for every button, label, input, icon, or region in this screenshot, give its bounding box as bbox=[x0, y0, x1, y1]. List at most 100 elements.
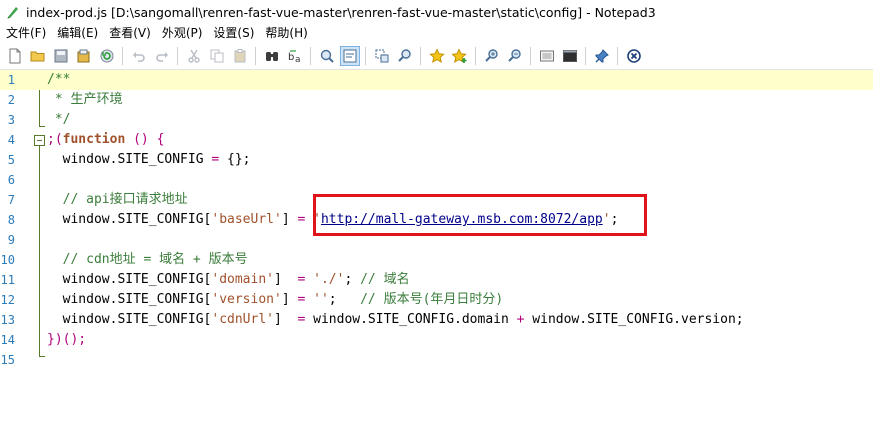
string-literal: 'domain' bbox=[211, 272, 274, 287]
line-number: 11 bbox=[0, 273, 15, 287]
line-number: 10 bbox=[0, 253, 15, 267]
line-number: 5 bbox=[7, 153, 15, 167]
paste-icon[interactable] bbox=[230, 46, 250, 66]
window-title: index-prod.js [D:\sangomall\renren-fast-… bbox=[26, 4, 656, 20]
menu-view[interactable]: 查看(V) bbox=[103, 24, 156, 43]
console-icon[interactable] bbox=[560, 46, 580, 66]
goto-icon[interactable] bbox=[317, 46, 337, 66]
select-icon[interactable] bbox=[372, 46, 392, 66]
menu-settings[interactable]: 设置(S) bbox=[207, 24, 259, 43]
settings-icon[interactable] bbox=[537, 46, 557, 66]
line-number: 12 bbox=[0, 293, 15, 307]
favorite-icon[interactable] bbox=[427, 46, 447, 66]
toolbar-separator bbox=[617, 47, 618, 65]
code-text: window.SITE_CONFIG['domain'] = './'; // … bbox=[47, 270, 410, 290]
identifier: window.SITE_CONFIG[ bbox=[47, 272, 212, 287]
identifier: window.SITE_CONFIG[ bbox=[47, 312, 212, 327]
line-number: 1 bbox=[7, 73, 15, 87]
code-line[interactable]: 4 ;(function () { bbox=[0, 130, 873, 150]
identifier: window.SITE_CONFIG bbox=[47, 152, 212, 167]
notepad3-app-icon bbox=[7, 7, 18, 19]
menu-appearance[interactable]: 外观(P) bbox=[156, 24, 208, 43]
line-number: 9 bbox=[7, 233, 15, 247]
word-wrap-icon[interactable] bbox=[339, 46, 360, 66]
menu-help[interactable]: 帮助(H) bbox=[259, 24, 312, 43]
toolbar: ba bbox=[0, 43, 873, 70]
undo-icon[interactable] bbox=[129, 46, 149, 66]
punctuation: ;( bbox=[47, 132, 63, 147]
toolbar-separator bbox=[475, 47, 476, 65]
menu-edit[interactable]: 编辑(E) bbox=[51, 24, 103, 43]
comment: /** bbox=[47, 72, 71, 87]
save-icon[interactable] bbox=[51, 46, 71, 66]
editor-area[interactable]: 1 /** 2 * 生产环境 3 */ 4 ;(function () { 5 … bbox=[0, 70, 873, 429]
pin-icon[interactable] bbox=[592, 46, 612, 66]
add-favorite-icon[interactable] bbox=[450, 46, 470, 66]
code-line[interactable]: 10 // cdn地址 = 域名 + 版本号 bbox=[0, 250, 873, 270]
zoom-out-icon[interactable] bbox=[505, 46, 525, 66]
code-line[interactable]: 5 window.SITE_CONFIG = {}; bbox=[0, 150, 873, 170]
line-number: 15 bbox=[0, 353, 15, 367]
code-text: /** bbox=[47, 70, 70, 90]
punctuation: () { bbox=[125, 132, 165, 147]
code-fragment bbox=[305, 272, 313, 287]
svg-text:b: b bbox=[288, 52, 294, 63]
string-literal: 'baseUrl' bbox=[211, 212, 282, 227]
code-line[interactable]: 6 bbox=[0, 170, 873, 190]
redo-icon[interactable] bbox=[152, 46, 172, 66]
open-folder-icon[interactable] bbox=[28, 46, 48, 66]
string-literal: '' bbox=[313, 292, 329, 307]
keyword: function bbox=[62, 132, 126, 147]
code-fragment: ] bbox=[281, 212, 298, 227]
code-fragment bbox=[305, 212, 313, 227]
code-text: // api接口请求地址 bbox=[47, 190, 188, 210]
toolbar-separator bbox=[530, 47, 531, 65]
code-text: window.SITE_CONFIG['version'] = ''; // 版… bbox=[47, 290, 504, 310]
revert-icon[interactable] bbox=[97, 46, 117, 66]
string-literal: 'cdnUrl' bbox=[211, 312, 274, 327]
code-line[interactable]: 2 * 生产环境 bbox=[0, 90, 873, 110]
copy-icon[interactable] bbox=[207, 46, 227, 66]
title-bar: index-prod.js [D:\sangomall\renren-fast-… bbox=[0, 0, 873, 24]
code-line[interactable]: 1 /** bbox=[0, 70, 873, 90]
zoom-in-icon[interactable] bbox=[482, 46, 502, 66]
comment: // api接口请求地址 bbox=[47, 192, 188, 207]
cut-icon[interactable] bbox=[184, 46, 204, 66]
comment: */ bbox=[47, 112, 71, 127]
close-icon[interactable] bbox=[624, 46, 644, 66]
code-line[interactable]: 12 window.SITE_CONFIG['version'] = ''; /… bbox=[0, 290, 873, 310]
code-fragment: ; bbox=[328, 292, 361, 307]
annotation-highlight-box bbox=[313, 194, 647, 236]
line-number: 13 bbox=[0, 313, 15, 327]
code-fragment: ] bbox=[274, 272, 298, 287]
code-text: */ bbox=[47, 110, 71, 130]
code-line[interactable]: 13 window.SITE_CONFIG['cdnUrl'] = window… bbox=[0, 310, 873, 330]
identifier: window.SITE_CONFIG[ bbox=[47, 212, 212, 227]
zoom-find-icon[interactable] bbox=[395, 46, 415, 66]
code-text: })(); bbox=[47, 330, 86, 350]
toolbar-separator bbox=[365, 47, 366, 65]
identifier: window.SITE_CONFIG[ bbox=[47, 292, 212, 307]
code-fragment: ] bbox=[274, 312, 298, 327]
find-icon[interactable] bbox=[262, 46, 282, 66]
code-line[interactable]: 15 bbox=[0, 350, 873, 370]
menu-file[interactable]: 文件(F) bbox=[0, 24, 51, 43]
code-fragment: {}; bbox=[219, 152, 251, 167]
save-as-icon[interactable] bbox=[74, 46, 94, 66]
new-file-icon[interactable] bbox=[5, 46, 25, 66]
toolbar-separator bbox=[585, 47, 586, 65]
line-number: 4 bbox=[7, 133, 15, 147]
line-number: 7 bbox=[7, 193, 15, 207]
code-line[interactable]: 11 window.SITE_CONFIG['domain'] = './'; … bbox=[0, 270, 873, 290]
toolbar-separator bbox=[310, 47, 311, 65]
replace-icon[interactable]: ba bbox=[285, 46, 305, 66]
code-fragment: window.SITE_CONFIG.domain bbox=[305, 312, 517, 327]
line-number: 8 bbox=[7, 213, 15, 227]
code-line[interactable]: 14 })(); bbox=[0, 330, 873, 350]
code-fragment: ] bbox=[281, 292, 298, 307]
comment: // 版本号(年月日时分) bbox=[360, 292, 504, 307]
code-fragment bbox=[305, 292, 313, 307]
line-number: 3 bbox=[7, 113, 15, 127]
code-line[interactable]: 3 */ bbox=[0, 110, 873, 130]
menu-bar: 文件(F) 编辑(E) 查看(V) 外观(P) 设置(S) 帮助(H) bbox=[0, 24, 873, 43]
